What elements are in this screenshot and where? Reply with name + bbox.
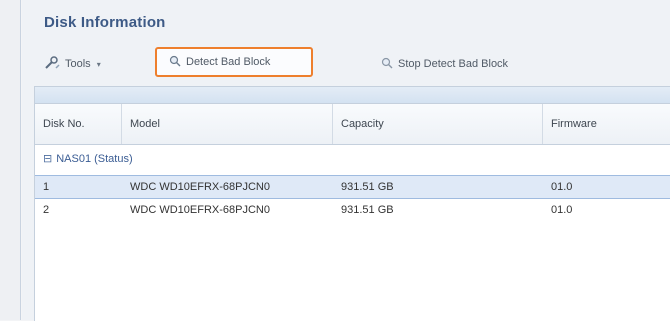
tools-label: Tools: [65, 58, 91, 70]
cell-firmware: 01.0: [551, 181, 573, 193]
column-header-capacity[interactable]: Capacity: [333, 104, 543, 144]
cell-model: WDC WD10EFRX-68PJCN0: [130, 181, 270, 193]
table-top-strip: [35, 87, 670, 104]
frame-divider: [20, 0, 21, 320]
cell-capacity: 931.51 GB: [341, 204, 394, 216]
magnifier-icon: [381, 57, 393, 72]
toolbar: Tools ▾ Detect Bad Block Stop Detect Bad…: [34, 44, 670, 84]
tools-icon: [44, 55, 60, 73]
stop-detect-bad-block-label: Stop Detect Bad Block: [398, 58, 509, 70]
panel-title: Disk Information: [44, 14, 166, 31]
magnifier-icon: [169, 55, 181, 70]
table-header: Disk No. Model Capacity Firmware: [35, 104, 670, 145]
chevron-down-icon: ▾: [96, 59, 101, 69]
cell-capacity: 931.51 GB: [341, 181, 394, 193]
left-gutter: [0, 0, 20, 320]
cell-firmware: 01.0: [551, 204, 573, 216]
cell-disk-no: 1: [43, 181, 50, 193]
collapse-toggle-icon[interactable]: ⊟: [43, 153, 52, 165]
cell-model: WDC WD10EFRX-68PJCN0: [130, 204, 270, 216]
disk-information-panel: Disk Information Tools ▾ Detect Bad Bloc…: [22, 0, 670, 321]
column-header-disk-no[interactable]: Disk No.: [35, 104, 122, 144]
cell-disk-no: 2: [43, 204, 50, 216]
column-header-model[interactable]: Model: [122, 104, 333, 144]
table-row[interactable]: 2 WDC WD10EFRX-68PJCN0 931.51 GB 01.0: [35, 199, 670, 221]
detect-bad-block-label: Detect Bad Block: [186, 56, 271, 68]
column-header-firmware[interactable]: Firmware: [543, 104, 670, 144]
table-row[interactable]: 1 WDC WD10EFRX-68PJCN0 931.51 GB 01.0: [35, 175, 670, 199]
disk-table: Disk No. Model Capacity Firmware ⊟ NAS01 …: [34, 86, 670, 321]
group-label: NAS01 (Status): [56, 153, 133, 165]
stop-detect-bad-block-button[interactable]: Stop Detect Bad Block: [381, 52, 508, 76]
detect-bad-block-button[interactable]: Detect Bad Block: [155, 47, 313, 77]
tools-button[interactable]: Tools ▾: [44, 52, 101, 76]
group-row[interactable]: ⊟ NAS01 (Status): [35, 145, 670, 173]
